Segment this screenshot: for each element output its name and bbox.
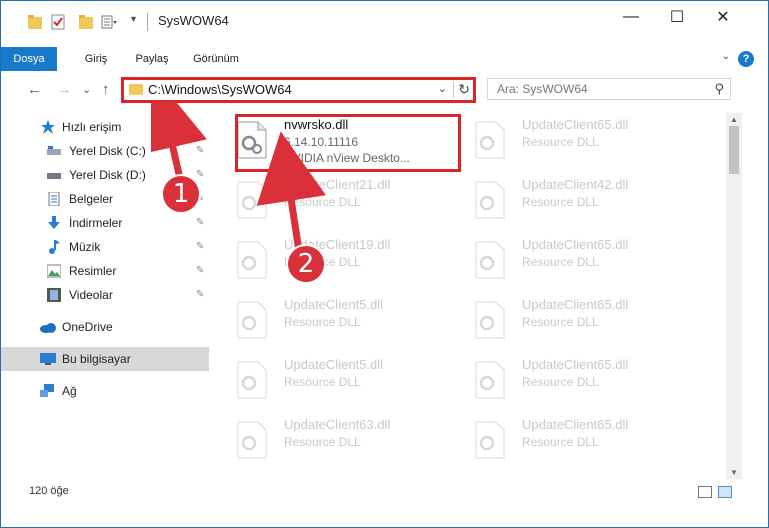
properties-icon[interactable] [51, 14, 65, 30]
file-name: UpdateClient42.dll [522, 177, 629, 192]
file-type: Resource DLL [522, 315, 599, 329]
tab-view[interactable]: Görünüm [188, 47, 244, 71]
drive-icon [47, 146, 61, 155]
sidebar-item-label: Hızlı erişim [62, 120, 122, 134]
pictures-icon [47, 264, 61, 278]
file-name: UpdateClient65.dll [522, 417, 629, 432]
dll-file-icon [475, 181, 505, 219]
status-bar: 120 öğe [1, 479, 768, 501]
window-title: SysWOW64 [158, 13, 229, 28]
explorer-window: ▾ SysWOW64 — ☐ ✕ Dosya Giriş Paylaş Görü… [0, 0, 769, 528]
file-item[interactable]: UpdateClient63.dll Resource DLL [223, 413, 453, 469]
sidebar-item-label: Müzik [69, 240, 101, 254]
maximize-button[interactable]: ☐ [654, 1, 700, 33]
download-icon [48, 216, 60, 229]
sidebar-item-label: Resimler [69, 264, 117, 278]
sidebar-item-label: Bu bilgisayar [62, 352, 131, 366]
help-button[interactable]: ? [738, 51, 754, 67]
computer-icon [40, 353, 56, 365]
file-type: Resource DLL [284, 435, 361, 449]
item-count: 120 öğe [29, 485, 69, 497]
step-1-badge: 1 [161, 174, 201, 214]
file-item[interactable]: UpdateClient65.dll Resource DLL [461, 353, 691, 409]
dll-file-icon [237, 421, 267, 459]
file-item[interactable]: UpdateClient65.dll Resource DLL [461, 113, 691, 169]
file-item[interactable]: UpdateClient65.dll Resource DLL [461, 413, 691, 469]
dll-file-icon [475, 121, 505, 159]
scroll-up-icon[interactable]: ▲ [730, 115, 738, 124]
title-bar: ▾ SysWOW64 — ☐ ✕ [1, 1, 768, 41]
file-name: UpdateClient65.dll [522, 117, 629, 132]
network-icon [40, 384, 54, 397]
videos-icon [47, 288, 61, 302]
dll-file-icon [475, 361, 505, 399]
ribbon-tabs: Dosya Giriş Paylaş Görünüm ⌄ ? [1, 47, 768, 103]
folder-icon [129, 84, 143, 95]
documents-icon [48, 192, 60, 206]
dll-file-icon [475, 301, 505, 339]
file-type: Resource DLL [522, 435, 599, 449]
sidebar-item-label: Ağ [62, 384, 77, 398]
up-button[interactable]: ↑ [102, 81, 110, 98]
quick-access-dropdown-icon[interactable]: ▾ [131, 14, 136, 25]
address-bar[interactable]: C:\Windows\SysWOW64 ⌄ ↻ [121, 77, 476, 103]
music-icon [49, 240, 60, 254]
ribbon-expand-icon[interactable]: ⌄ [722, 51, 730, 62]
sidebar-item-label: OneDrive [62, 320, 113, 334]
file-type: Resource DLL [522, 195, 599, 209]
star-icon [41, 120, 55, 134]
search-input[interactable]: Ara: SysWOW64 [497, 82, 588, 96]
back-button[interactable]: ← [27, 81, 42, 98]
sidebar-item-label: Yerel Disk (C:) [69, 144, 146, 158]
drive-icon [47, 173, 61, 179]
file-item[interactable]: UpdateClient65.dll Resource DLL [461, 233, 691, 289]
large-icons-view-icon[interactable] [718, 486, 732, 498]
file-item[interactable]: UpdateClient42.dll Resource DLL [461, 173, 691, 229]
file-name: UpdateClient63.dll [284, 417, 391, 432]
file-type: Resource DLL [522, 375, 599, 389]
file-type: Resource DLL [522, 135, 599, 149]
minimize-button[interactable]: — [608, 1, 654, 33]
sidebar-item-label: Belgeler [69, 192, 114, 206]
tab-share[interactable]: Paylaş [129, 47, 175, 71]
recent-locations-button[interactable]: ⌄ [82, 83, 91, 96]
scroll-down-icon[interactable]: ▼ [730, 468, 738, 477]
tab-home[interactable]: Giriş [75, 47, 117, 71]
refresh-button[interactable]: ↻ [453, 81, 470, 98]
cloud-icon [40, 323, 56, 333]
dll-file-icon [475, 421, 505, 459]
search-icon: ⚲ [714, 81, 724, 96]
chevron-down-icon[interactable]: ⌄ [438, 82, 447, 95]
title-separator [147, 13, 148, 31]
close-button[interactable]: ✕ [700, 1, 746, 33]
new-folder-icon[interactable] [79, 14, 93, 30]
details-view-icon[interactable] [698, 486, 712, 498]
step-2-badge: 2 [286, 244, 326, 284]
file-name: UpdateClient65.dll [522, 297, 629, 312]
file-name: UpdateClient65.dll [522, 237, 629, 252]
scroll-thumb[interactable] [729, 126, 739, 174]
dll-file-icon [475, 241, 505, 279]
folder-icon [28, 15, 42, 29]
customize-toolbar-icon[interactable] [101, 14, 117, 30]
search-box[interactable]: Ara: SysWOW64 ⚲ [487, 78, 731, 100]
vertical-scrollbar[interactable]: ▲ ▼ [726, 113, 742, 479]
sidebar-item-label: Yerel Disk (D:) [69, 168, 146, 182]
forward-button[interactable]: → [57, 81, 72, 98]
file-item[interactable]: UpdateClient65.dll Resource DLL [461, 293, 691, 349]
sidebar-item-label: Videolar [69, 288, 113, 302]
sidebar-item-label: İndirmeler [69, 216, 123, 230]
file-name: UpdateClient65.dll [522, 357, 629, 372]
address-path[interactable]: C:\Windows\SysWOW64 [148, 82, 292, 97]
file-type: Resource DLL [522, 255, 599, 269]
